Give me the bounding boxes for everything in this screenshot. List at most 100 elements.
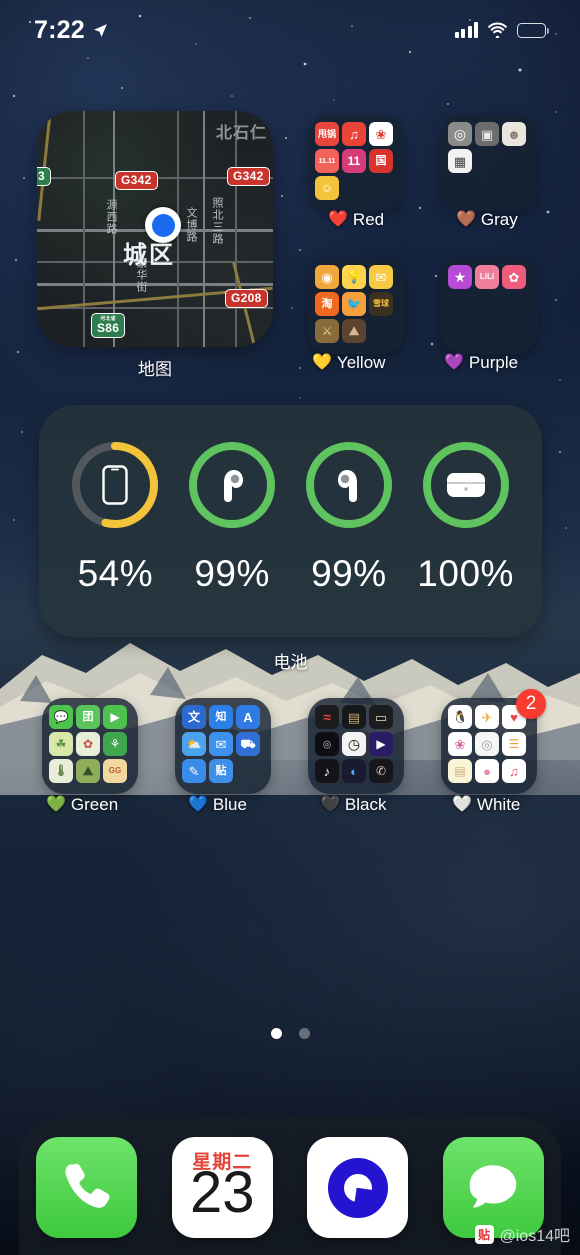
folder-preview-grid: ≈ ▤ ▭ ⌾ ◷ ▶ ♪ ◐ ✆ (315, 705, 397, 783)
folder-app-icon: 贴 (209, 759, 233, 783)
message-bubble-icon (470, 1164, 517, 1208)
map-shield: G342 (227, 167, 270, 186)
folder-label-red: ❤️ Red (328, 210, 384, 230)
folder-name: Green (70, 795, 119, 814)
folder-app-icon: ✿ (502, 265, 526, 289)
folder-app-icon: ⛰ (342, 319, 366, 343)
dock-app-browser[interactable] (307, 1137, 409, 1238)
folder-app-icon: ☻ (502, 122, 526, 146)
airpod-right-icon (337, 470, 357, 502)
folder-label-black: 🖤 Black (320, 795, 387, 815)
page-dot-2[interactable] (298, 1028, 310, 1039)
map-road (203, 111, 206, 347)
folder-app-icon: LiLi (475, 265, 499, 289)
heart-icon-blue: 💙 (188, 796, 208, 813)
folder-app-icon: ≈ (315, 705, 339, 729)
map-road-label: 照北三路 (211, 197, 223, 245)
battery-item-iphone: 54% (60, 439, 170, 595)
folder-name: White (476, 795, 521, 814)
battery-widget[interactable]: 54% 99% 99% 100% (39, 405, 542, 637)
folder-app-icon: 11.11 (315, 149, 339, 173)
battery-item-airpod-right: 99% (294, 439, 404, 595)
folder-app-icon: 国 (369, 149, 393, 173)
folder-app-icon: ● (475, 759, 499, 783)
folder-app-icon: ▶ (103, 705, 127, 729)
status-bar: 7:22 (0, 0, 580, 60)
folder-preview-grid: ◉ 💡 ✉ 淘 🐦 雪球 ⚔ ⛰ (315, 265, 397, 343)
page-indicator[interactable] (0, 1028, 580, 1039)
battery-ring-airpod-left (186, 439, 278, 531)
folder-app-icon: 💬 (49, 705, 73, 729)
folder-label-white: 🤍 White (452, 795, 520, 815)
maps-widget[interactable]: 北石仁 源西路 文博路 照北三路 繁华街 G342 G342 G208 河北省 … (37, 111, 273, 347)
folder-app-icon: ◐ (342, 759, 366, 783)
folder-app-icon: 🐧 (448, 705, 472, 729)
folder-app-icon: 💡 (342, 265, 366, 289)
folder-app-icon: ▤ (342, 705, 366, 729)
folder-app-icon: ✈ (475, 705, 499, 729)
folder-app-icon: ♪ (315, 759, 339, 783)
battery-ring-airpod-right (303, 439, 395, 531)
folder-app-icon: ▭ (369, 705, 393, 729)
folder-app-slot-empty (475, 176, 499, 200)
folder-white[interactable]: 🐧 ✈ ♥ ❀ ◎ ☰ ▤ ● ♫ 2 (441, 689, 546, 794)
folder-name: Red (352, 210, 385, 229)
folder-app-slot-empty (502, 319, 526, 343)
folder-app-slot-empty (236, 759, 260, 783)
folder-purple[interactable]: ★ LiLi ✿ (441, 258, 537, 354)
dock-app-calendar[interactable]: 星期二 23 (171, 1137, 273, 1238)
map-area-label: 北石仁 (215, 125, 267, 142)
folder-black[interactable]: ≈ ▤ ▭ ⌾ ◷ ▶ ♪ ◐ ✆ (308, 698, 404, 794)
folder-app-slot-empty (475, 292, 499, 316)
folder-app-slot-empty (502, 149, 526, 173)
folder-green[interactable]: 💬 团 ▶ ☘ ✿ ⚘ 🌡 ⛰ GG (42, 698, 138, 794)
battery-icon (517, 22, 549, 38)
map-shield: G208 (225, 289, 268, 308)
folder-blue[interactable]: 文知 A ⛅ ✉ ⛟ ✎ 贴 (175, 698, 271, 794)
folder-label-yellow: 💛 Yellow (312, 353, 385, 373)
watermark-text: @ios14吧 (499, 1228, 571, 1245)
airpod-left-icon (224, 470, 244, 502)
map-place-label: 城区 (123, 242, 175, 269)
folder-app-icon: ⛟ (236, 732, 260, 756)
folder-name: Black (344, 795, 387, 814)
folder-app-slot-empty (369, 176, 393, 200)
map-shield: 03 (37, 167, 51, 186)
folder-name: Blue (212, 795, 247, 814)
watermark: 贴 @ios14吧 (474, 1222, 571, 1246)
folder-app-icon: 知 (209, 705, 233, 729)
folder-name: Purple (468, 353, 519, 372)
folder-app-icon: ❀ (369, 122, 393, 146)
folder-preview-grid: 甩锅 ♫ ❀ 11.11 11 国 ☺ (315, 122, 397, 200)
heart-icon-green: 💚 (46, 796, 66, 813)
cellular-bars-icon (454, 22, 478, 38)
folder-app-icon: ◷ (342, 732, 366, 756)
iphone-icon (102, 465, 129, 505)
folder-app-icon: ▣ (475, 122, 499, 146)
folder-preview-grid: 🐧 ✈ ♥ ❀ ◎ ☰ ▤ ● ♫ (448, 705, 530, 783)
folder-app-icon: ✉ (369, 265, 393, 289)
folder-yellow[interactable]: ◉ 💡 ✉ 淘 🐦 雪球 ⚔ ⛰ (308, 258, 404, 354)
dock-app-phone[interactable] (36, 1137, 138, 1238)
folder-app-icon: 雪球 (369, 292, 393, 316)
folder-app-slot-empty (475, 149, 499, 173)
folder-app-icon: A (236, 705, 260, 729)
map-shield: G342 (115, 171, 158, 190)
page-dot-1[interactable] (270, 1028, 282, 1039)
heart-icon-black: 🖤 (320, 796, 340, 813)
folder-app-slot-empty (342, 176, 366, 200)
folder-app-slot-empty (448, 319, 472, 343)
folder-app-icon: 团 (76, 705, 100, 729)
heart-icon-purple: 💜 (444, 354, 464, 371)
folder-label-gray: 🤎 Gray (456, 210, 518, 230)
folder-app-icon: 11 (342, 149, 366, 173)
location-arrow-icon (93, 23, 107, 37)
folder-app-icon: ✆ (369, 759, 393, 783)
folder-red[interactable]: 甩锅 ♫ ❀ 11.11 11 国 ☺ (308, 115, 404, 211)
folder-label-green: 💚 Green (46, 795, 118, 815)
folder-preview-grid: ★ LiLi ✿ (448, 265, 530, 343)
folder-app-icon: 文 (182, 705, 206, 729)
folder-gray[interactable]: ◎ ▣ ☻ ▦ (441, 115, 537, 211)
folder-app-icon: ▦ (448, 149, 472, 173)
folder-app-slot-empty (448, 176, 472, 200)
